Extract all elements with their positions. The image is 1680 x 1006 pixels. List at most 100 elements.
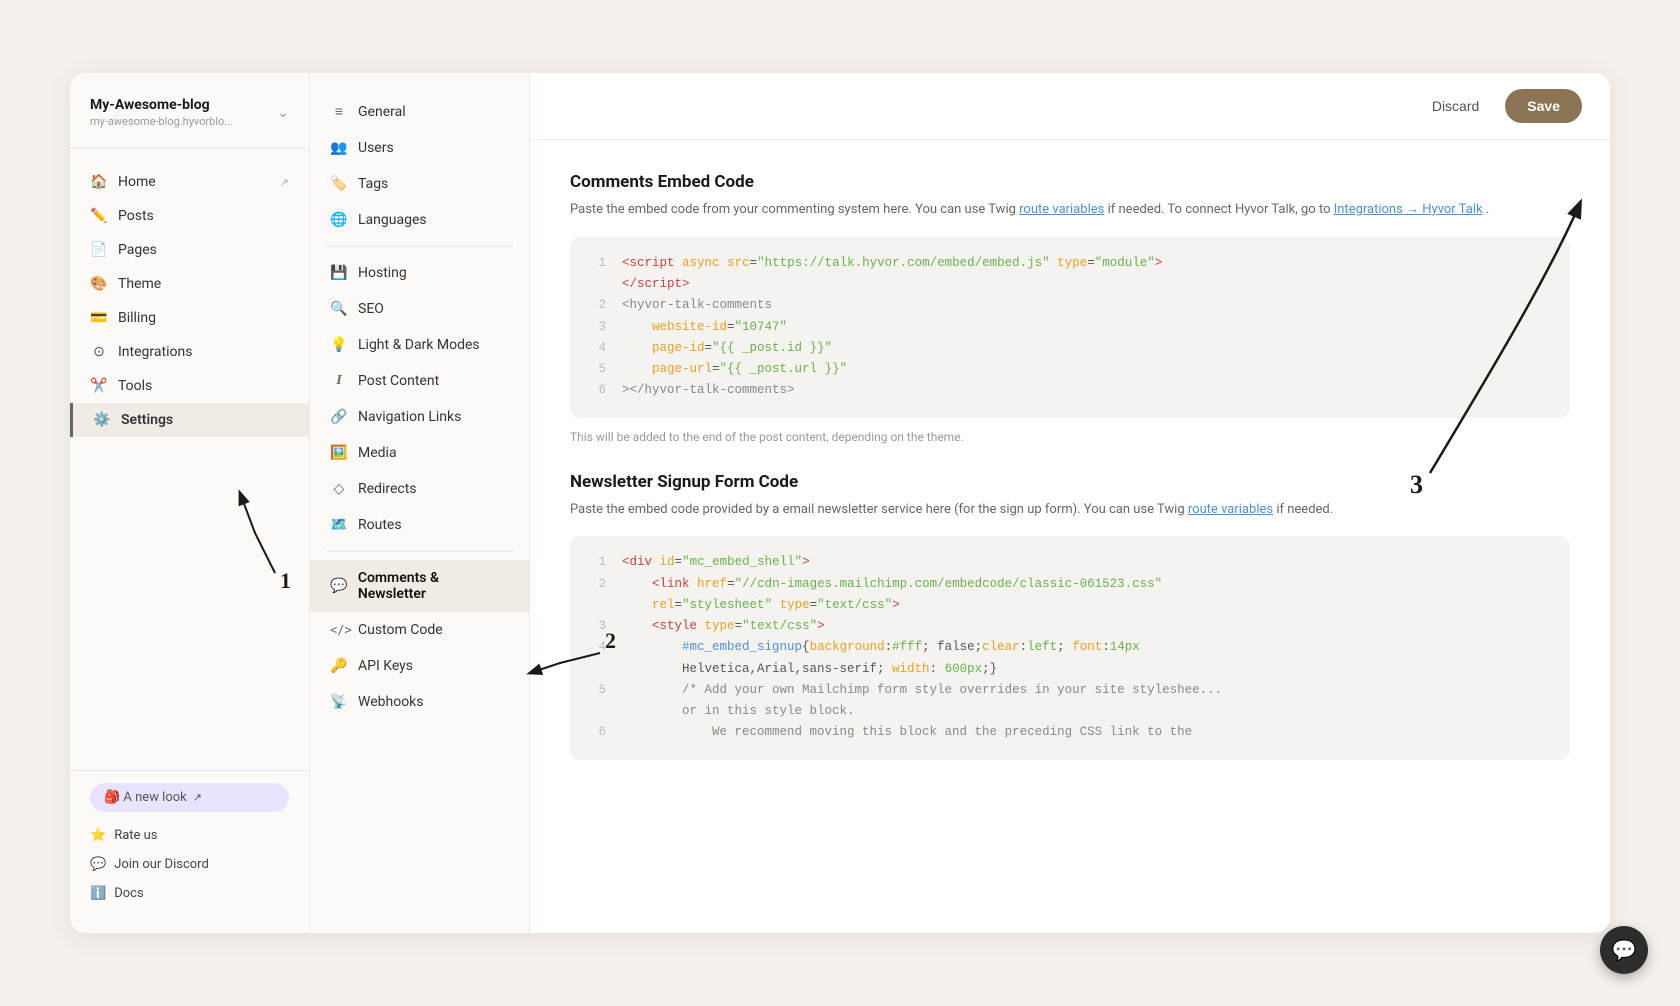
chat-bubble[interactable]: 💬 (1600, 926, 1648, 974)
sidebar-item-settings[interactable]: ⚙️ Settings (70, 403, 309, 437)
mid-nav-label-media: Media (358, 445, 397, 461)
newsletter-code-line-4: 4 #mc_embed_signup{background:#fff; fals… (590, 637, 1550, 658)
mid-nav-label-webhooks: Webhooks (358, 694, 424, 710)
theme-icon: 🎨 (90, 276, 108, 292)
star-icon: ⭐ (90, 828, 106, 843)
integrations-icon: ⊙ (90, 344, 108, 360)
brand-chevron-icon[interactable]: ⌄ (277, 105, 289, 121)
mid-nav-label-seo: SEO (358, 301, 384, 317)
mid-nav-hosting[interactable]: 💾 Hosting (310, 255, 529, 291)
discord-link[interactable]: 💬 Join our Discord (90, 853, 289, 876)
settings-icon: ⚙️ (93, 412, 111, 428)
mid-nav-general[interactable]: ≡ General (310, 93, 529, 130)
comments-route-variables-link[interactable]: route variables (1019, 202, 1104, 217)
newsletter-title: Newsletter Signup Form Code (570, 472, 1570, 492)
mid-nav-tags[interactable]: 🏷️ Tags (310, 166, 529, 202)
docs-link[interactable]: ℹ️ Docs (90, 882, 289, 905)
mid-nav-users[interactable]: 👥 Users (310, 130, 529, 166)
comments-title: Comments Embed Code (570, 172, 1570, 192)
mid-nav-label-hosting: Hosting (358, 265, 407, 281)
newsletter-code-line-2: 2 <link href="//cdn-images.mailchimp.com… (590, 574, 1550, 595)
sidebar-item-label-posts: Posts (118, 208, 154, 224)
mid-nav-languages[interactable]: 🌐 Languages (310, 202, 529, 238)
sidebar-item-pages[interactable]: 📄 Pages (70, 233, 309, 267)
mid-nav-label-general: General (358, 104, 406, 120)
main-header: Discard Save (530, 73, 1610, 140)
docs-label: Docs (114, 886, 143, 901)
seo-icon: 🔍 (330, 301, 348, 317)
mid-nav-api-keys[interactable]: 🔑 API Keys (310, 648, 529, 684)
mid-nav-nav-links[interactable]: 🔗 Navigation Links (310, 399, 529, 435)
sidebar-item-posts[interactable]: ✏️ Posts (70, 199, 309, 233)
mid-nav-media[interactable]: 🖼️ Media (310, 435, 529, 471)
mid-nav-label-comments-newsletter: Comments & Newsletter (358, 570, 509, 602)
new-look-badge[interactable]: 🎒 A new look ↗ (90, 783, 289, 812)
sidebar-item-label-tools: Tools (118, 378, 152, 394)
comments-desc-text-3: . (1486, 202, 1489, 217)
left-sidebar: My-Awesome-blog my-awesome-blog.hyvorblo… (70, 73, 310, 933)
sidebar-item-tools[interactable]: ✂️ Tools (70, 369, 309, 403)
comments-code-block: 1 <script async src="https://talk.hyvor.… (570, 237, 1570, 418)
mid-nav-label-languages: Languages (358, 212, 427, 228)
mid-nav-label-light-dark: Light & Dark Modes (358, 337, 480, 353)
sidebar-item-billing[interactable]: 💳 Billing (70, 301, 309, 335)
mid-separator-1 (326, 246, 513, 247)
discard-button[interactable]: Discard (1418, 90, 1493, 122)
mid-nav-webhooks[interactable]: 📡 Webhooks (310, 684, 529, 720)
mid-nav-custom-code[interactable]: </> Custom Code (310, 612, 529, 648)
mid-nav-seo[interactable]: 🔍 SEO (310, 291, 529, 327)
code-line-6: 6 ></hyvor-talk-comments> (590, 380, 1550, 401)
newsletter-code-line-6: 6 We recommend moving this block and the… (590, 722, 1550, 743)
save-button[interactable]: Save (1505, 89, 1582, 123)
sidebar-item-theme[interactable]: 🎨 Theme (70, 267, 309, 301)
billing-icon: 💳 (90, 310, 108, 326)
languages-icon: 🌐 (330, 212, 348, 228)
rate-us-link[interactable]: ⭐ Rate us (90, 824, 289, 847)
mid-nav-post-content[interactable]: I Post Content (310, 363, 529, 399)
posts-icon: ✏️ (90, 208, 108, 224)
sidebar-item-label-home: Home (118, 174, 156, 190)
code-line-5: 5 page-url="{{ _post.url }}" (590, 359, 1550, 380)
new-look-external-icon: ↗ (193, 791, 202, 804)
rate-us-label: Rate us (114, 828, 157, 843)
sidebar-item-integrations[interactable]: ⊙ Integrations (70, 335, 309, 369)
sidebar-item-label-theme: Theme (118, 276, 161, 292)
pages-icon: 📄 (90, 242, 108, 258)
newsletter-code-line-5: 5 /* Add your own Mailchimp form style o… (590, 680, 1550, 701)
newsletter-code-line-1: 1 <div id="mc_embed_shell"> (590, 552, 1550, 573)
newsletter-code-line-5b: or in this style block. (590, 701, 1550, 722)
media-icon: 🖼️ (330, 445, 348, 461)
mid-nav-redirects[interactable]: ◇ Redirects (310, 471, 529, 507)
mid-nav-light-dark[interactable]: 💡 Light & Dark Modes (310, 327, 529, 363)
mid-nav-label-routes: Routes (358, 517, 402, 533)
mid-nav-label-tags: Tags (358, 176, 388, 192)
comments-integrations-link[interactable]: Integrations → Hyvor Talk (1334, 202, 1483, 217)
new-look-text: 🎒 A new look (104, 790, 187, 805)
chat-bubble-icon: 💬 (1612, 938, 1637, 962)
brand-name: My-Awesome-blog (90, 97, 233, 113)
mid-nav-comments-newsletter[interactable]: 💬 Comments & Newsletter (310, 560, 529, 612)
tools-icon: ✂️ (90, 378, 108, 394)
mid-nav-label-users: Users (358, 140, 394, 156)
info-icon: ℹ️ (90, 886, 106, 901)
brand-section[interactable]: My-Awesome-blog my-awesome-blog.hyvorblo… (70, 97, 309, 149)
comments-embed-section: Comments Embed Code Paste the embed code… (570, 172, 1570, 444)
newsletter-desc-text-2: if needed. (1276, 502, 1333, 517)
users-icon: 👥 (330, 140, 348, 156)
mid-sidebar: ≡ General 👥 Users 🏷️ Tags 🌐 Languages 💾 … (310, 73, 530, 933)
comments-newsletter-icon: 💬 (330, 578, 348, 594)
comments-desc-text-2: if needed. To connect Hyvor Talk, go to (1108, 202, 1334, 217)
brand-sub: my-awesome-blog.hyvorblo... (90, 115, 233, 128)
nav-links-icon: 🔗 (330, 409, 348, 425)
newsletter-code-block: 1 <div id="mc_embed_shell"> 2 <link href… (570, 536, 1570, 759)
code-line-1b: </script> (590, 274, 1550, 295)
sidebar-bottom: 🎒 A new look ↗ ⭐ Rate us 💬 Join our Disc… (70, 770, 309, 917)
code-line-3: 3 website-id="10747" (590, 317, 1550, 338)
newsletter-section: Newsletter Signup Form Code Paste the em… (570, 472, 1570, 760)
newsletter-route-variables-link[interactable]: route variables (1188, 502, 1273, 517)
sidebar-item-home[interactable]: 🏠 Home ↗ (70, 165, 309, 199)
mid-nav-routes[interactable]: 🗺️ Routes (310, 507, 529, 543)
main-body: Comments Embed Code Paste the embed code… (530, 140, 1610, 933)
newsletter-code-line-2b: rel="stylesheet" type="text/css"> (590, 595, 1550, 616)
redirects-icon: ◇ (330, 481, 348, 497)
